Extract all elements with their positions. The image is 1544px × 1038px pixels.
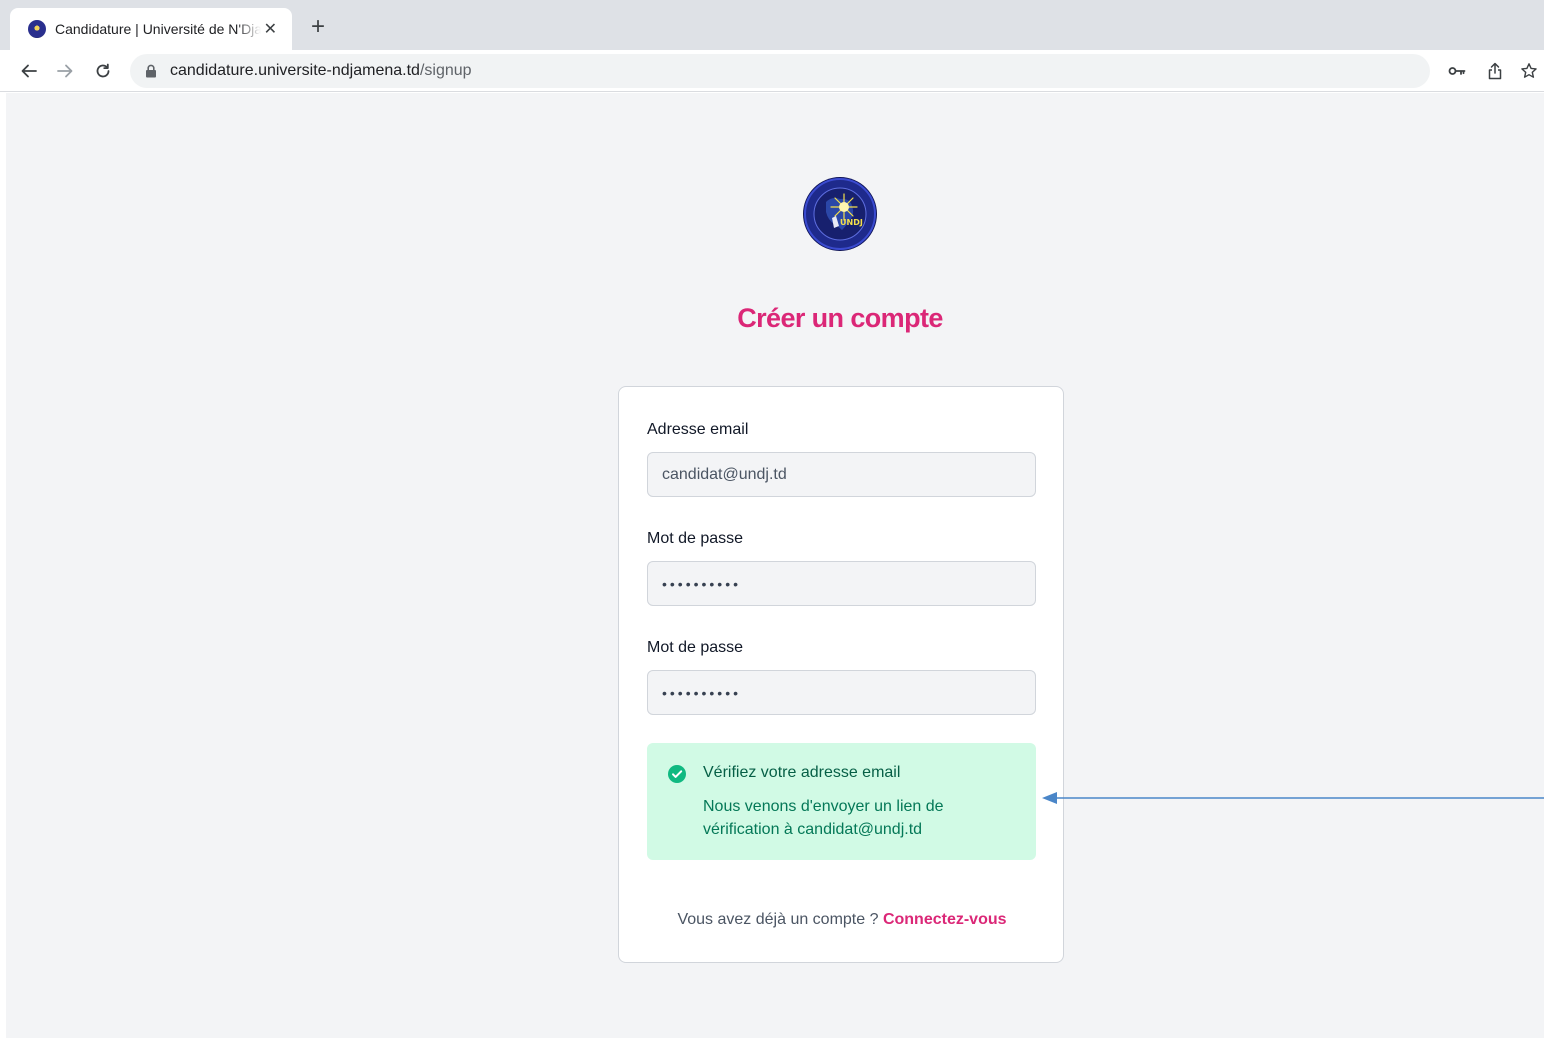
url-text[interactable]: candidature.universite-ndjamena.td/signu… xyxy=(170,62,472,80)
email-label: Adresse email xyxy=(647,421,749,438)
address-bar[interactable]: candidature.universite-ndjamena.td/signu… xyxy=(130,54,1430,88)
browser-tab-strip: Candidature | Université de N'Djamena ✕ … xyxy=(0,0,1544,50)
forward-arrow-icon[interactable] xyxy=(52,58,78,84)
password-label: Mot de passe xyxy=(647,530,744,547)
password-mask: •••••••••• xyxy=(662,575,742,592)
verification-success-alert: Vérifiez votre adresse email Nous venons… xyxy=(647,743,1036,860)
url-host: candidature.universite-ndjamena.td xyxy=(170,62,420,79)
confirm-password-mask: •••••••••• xyxy=(662,684,742,701)
password-key-icon[interactable] xyxy=(1446,60,1468,82)
close-tab-icon[interactable]: ✕ xyxy=(261,19,280,39)
email-value: candidat@undj.td xyxy=(662,465,787,483)
signin-prompt-text: Vous avez déjà un compte ? xyxy=(677,911,883,928)
alert-message: Nous venons d'envoyer un lien de vérific… xyxy=(703,798,944,838)
reload-icon[interactable] xyxy=(90,58,116,84)
url-path: /signup xyxy=(419,62,472,79)
confirm-password-field[interactable]: •••••••••• xyxy=(647,670,1036,715)
check-circle-icon xyxy=(667,764,687,784)
signin-prompt: Vous avez déjà un compte ? Connectez-vou… xyxy=(619,911,1065,929)
university-favicon-icon xyxy=(28,20,46,38)
bookmark-star-icon[interactable] xyxy=(1518,60,1540,82)
password-field[interactable]: •••••••••• xyxy=(647,561,1036,606)
browser-toolbar: candidature.universite-ndjamena.td/signu… xyxy=(0,50,1544,92)
page-title: Créer un compte xyxy=(737,303,943,333)
share-icon[interactable] xyxy=(1484,60,1506,82)
email-field[interactable]: candidat@undj.td xyxy=(647,452,1036,497)
browser-tab[interactable]: Candidature | Université de N'Djamena ✕ xyxy=(10,8,292,50)
page-viewport: UNDJ Créer un compte Adresse email candi… xyxy=(6,93,1544,1038)
back-arrow-icon[interactable] xyxy=(16,58,42,84)
logo-text: UNDJ xyxy=(840,218,863,227)
new-tab-button[interactable]: + xyxy=(306,15,330,39)
alert-title: Vérifiez votre adresse email xyxy=(703,764,901,781)
lock-icon[interactable] xyxy=(144,63,158,79)
signin-link[interactable]: Connectez-vous xyxy=(883,911,1007,928)
confirm-password-label: Mot de passe xyxy=(647,639,744,656)
university-logo: UNDJ xyxy=(804,178,876,250)
annotation-arrow-icon xyxy=(1042,792,1544,804)
signup-card: Adresse email candidat@undj.td Mot de pa… xyxy=(618,386,1064,963)
tab-title: Candidature | Université de N'Djamena xyxy=(55,21,261,37)
